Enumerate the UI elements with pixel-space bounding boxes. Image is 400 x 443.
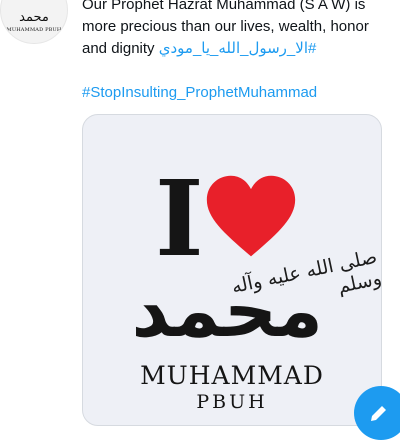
heart-icon xyxy=(206,175,296,257)
tweet-text-line: and dignity #الا_رسول_الله_یا_مودي xyxy=(82,38,398,60)
compose-icon xyxy=(371,406,386,421)
tweet-text-line: more precious than our lives, wealth, ho… xyxy=(82,18,369,35)
avatar[interactable]: محمد MUHAMMAD PBUH xyxy=(0,0,68,44)
tweet-text: Our Prophet Hazrat Muhammad (S A W) is m… xyxy=(82,0,398,104)
image-caption-name: MUHAMMAD xyxy=(140,361,324,390)
letter-i: I xyxy=(155,157,204,280)
hashtag-link-stop-insulting[interactable]: #StopInsulting_ProphetMuhammad xyxy=(82,84,317,101)
hashtag-link-arabic[interactable]: #الا_رسول_الله_یا_مودي xyxy=(159,40,317,57)
tweet-text-line: Our Prophet Hazrat Muhammad (S A W) is xyxy=(82,0,366,13)
tweet-text-segment: and dignity xyxy=(82,40,159,57)
tweet-media-image[interactable]: I صلى الله عليه وآله وسلم محمد MUHAMMAD … xyxy=(82,114,382,426)
heart-shape xyxy=(206,175,296,257)
image-caption-pbuh: PBUH xyxy=(196,391,268,413)
compose-button[interactable] xyxy=(354,386,400,440)
avatar-calligraphy: محمد xyxy=(19,10,49,25)
avatar-label: MUHAMMAD PBUH xyxy=(6,27,62,33)
calligraphy-name: محمد xyxy=(131,268,323,354)
